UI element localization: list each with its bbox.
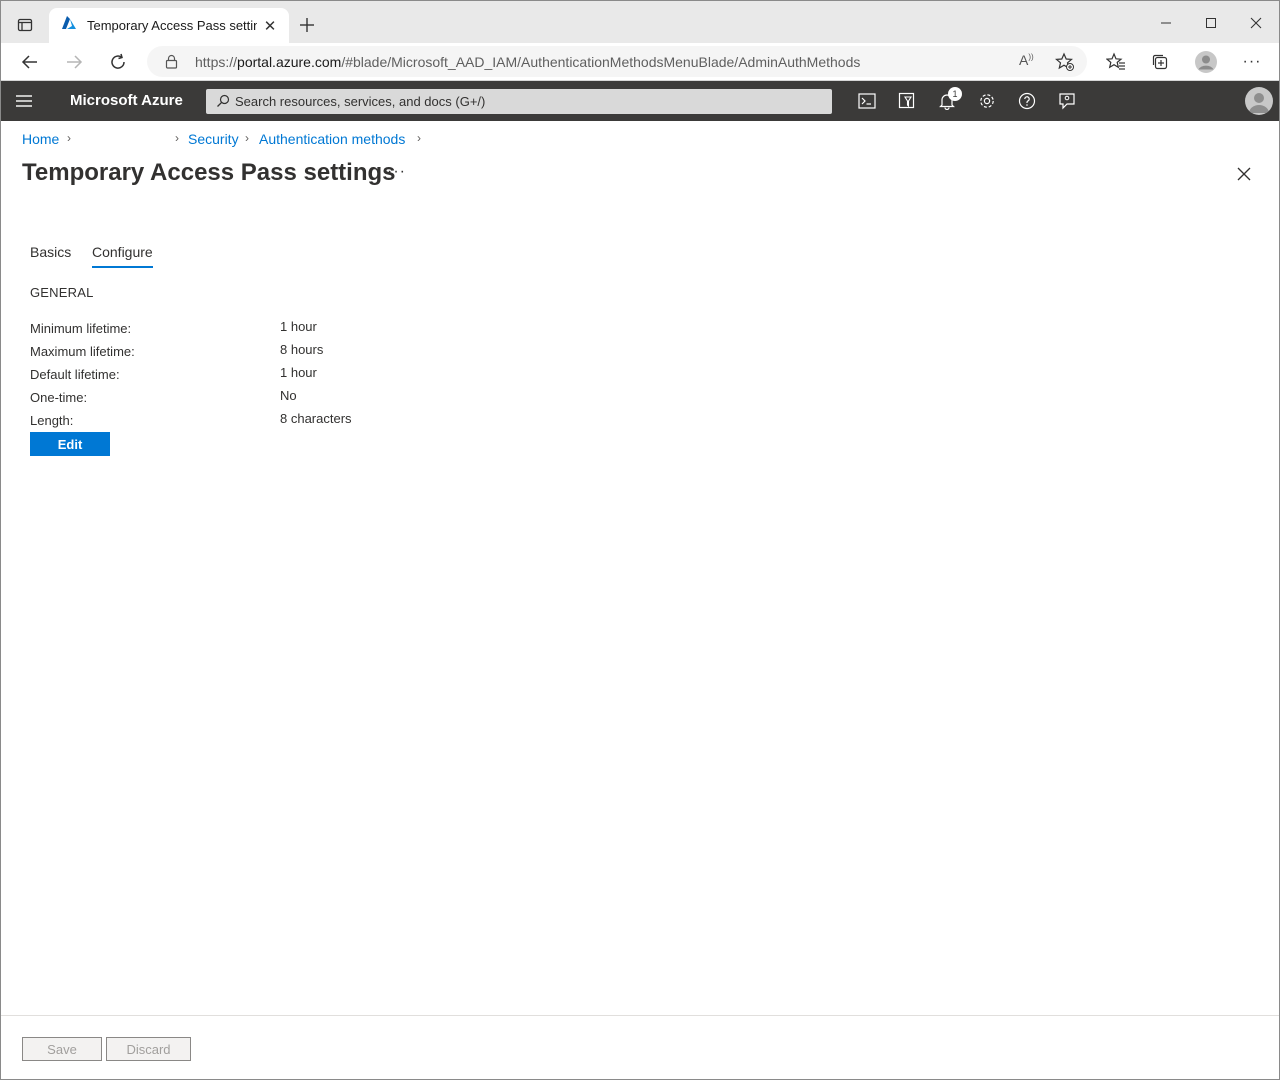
url-prefix: https:// [195, 54, 238, 70]
chevron-right-icon: › [245, 131, 249, 145]
azure-top-bar: Microsoft Azure Search resources, servic… [1, 81, 1279, 121]
tab-basics[interactable]: Basics [30, 244, 71, 266]
maximum-lifetime-value: 8 hours [280, 342, 324, 357]
breadcrumb-home[interactable]: Home [22, 131, 59, 147]
account-avatar[interactable] [1245, 87, 1273, 115]
edit-button[interactable]: Edit [30, 432, 110, 456]
url-field[interactable]: https://portal.azure.com/#blade/Microsof… [147, 46, 1087, 77]
minimize-icon[interactable] [1143, 9, 1189, 37]
maximum-lifetime-label: Maximum lifetime: [30, 344, 135, 359]
cloud-shell-icon[interactable] [855, 89, 879, 113]
one-time-value: No [280, 388, 297, 403]
url-path: /#blade/Microsoft_AAD_IAM/Authentication… [341, 54, 861, 70]
address-toolbar: https://portal.azure.com/#blade/Microsof… [1, 43, 1279, 81]
brand-link[interactable]: Microsoft Azure [70, 92, 183, 109]
chevron-right-icon: › [417, 131, 421, 145]
search-icon [216, 94, 230, 113]
hamburger-menu-icon[interactable] [15, 93, 33, 109]
footer-bar: Save Discard [1, 1015, 1279, 1079]
lock-icon[interactable] [165, 54, 178, 74]
discard-button[interactable]: Discard [106, 1037, 191, 1061]
tab-actions-icon[interactable] [11, 11, 39, 39]
refresh-icon[interactable] [103, 48, 133, 76]
maximize-icon[interactable] [1188, 9, 1234, 37]
default-lifetime-label: Default lifetime: [30, 367, 120, 382]
page-title: Temporary Access Pass settings [22, 159, 396, 186]
minimum-lifetime-label: Minimum lifetime: [30, 321, 132, 336]
search-placeholder: Search resources, services, and docs (G+… [235, 94, 486, 109]
tab-configure[interactable]: Configure [92, 244, 153, 268]
profile-avatar-icon[interactable] [1192, 48, 1220, 76]
settings-more-icon[interactable]: ··· [1238, 48, 1266, 76]
url-domain: portal.azure.com [237, 54, 342, 70]
global-search-input[interactable]: Search resources, services, and docs (G+… [206, 89, 832, 114]
section-heading: GENERAL [30, 285, 94, 300]
notification-count-badge: 1 [948, 87, 962, 101]
collections-icon[interactable] [1146, 48, 1174, 76]
directory-filter-icon[interactable] [895, 89, 919, 113]
url-text: https://portal.azure.com/#blade/Microsof… [195, 54, 860, 70]
browser-tab[interactable]: Temporary Access Pass settings - ✕ [49, 8, 289, 43]
more-options-icon[interactable]: ··· [387, 163, 406, 181]
save-button[interactable]: Save [22, 1037, 102, 1061]
new-tab-icon[interactable] [295, 13, 319, 37]
chevron-right-icon: › [175, 131, 179, 145]
add-favorite-icon[interactable] [1054, 52, 1075, 77]
one-time-label: One-time: [30, 390, 88, 405]
minimum-lifetime-value: 1 hour [280, 319, 317, 334]
favorites-icon[interactable] [1102, 48, 1130, 76]
tab-close-icon[interactable]: ✕ [261, 17, 279, 35]
feedback-icon[interactable] [1055, 89, 1079, 113]
settings-gear-icon[interactable] [975, 89, 999, 113]
window-close-icon[interactable] [1233, 9, 1279, 37]
chevron-right-icon: › [67, 131, 71, 145]
back-arrow-icon[interactable] [15, 48, 45, 76]
close-blade-icon[interactable] [1233, 163, 1255, 185]
tab-strip: Temporary Access Pass settings - ✕ [1, 1, 1279, 43]
help-icon[interactable] [1015, 89, 1039, 113]
tab-title: Temporary Access Pass settings - [87, 18, 257, 33]
length-value: 8 characters [280, 411, 352, 426]
breadcrumb-authentication-methods[interactable]: Authentication methods [259, 131, 405, 147]
read-aloud-icon[interactable]: A)) [1019, 52, 1034, 68]
browser-window: Temporary Access Pass settings - ✕ [0, 0, 1280, 1080]
length-label: Length: [30, 413, 74, 428]
default-lifetime-value: 1 hour [280, 365, 317, 380]
azure-logo-icon [61, 15, 77, 36]
breadcrumb-security[interactable]: Security [188, 131, 239, 147]
forward-arrow-icon[interactable] [59, 48, 89, 76]
